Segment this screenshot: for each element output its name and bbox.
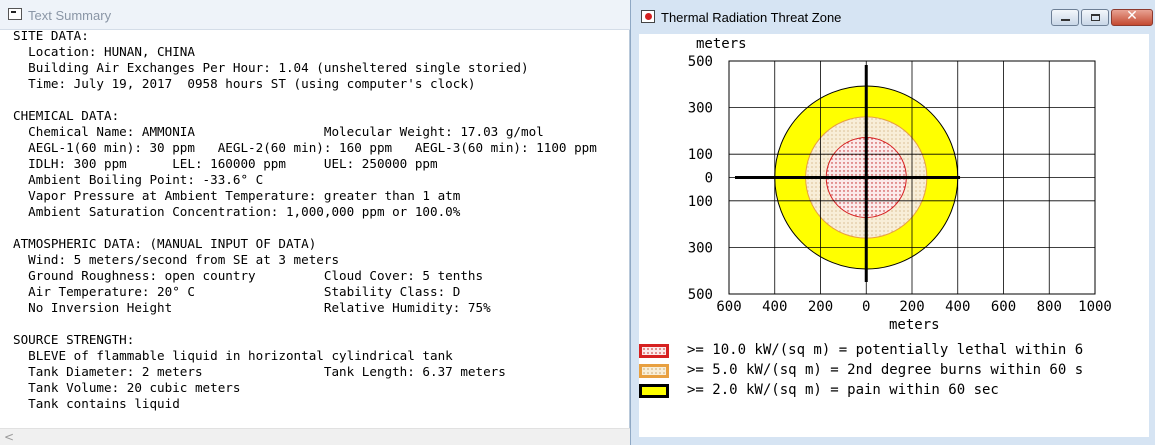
summary-line: Air Temperature: 20° C Stability Class: … <box>13 284 461 299</box>
summary-line: ATMOSPHERIC DATA: (MANUAL INPUT OF DATA) <box>13 236 317 251</box>
y-tick-label: 0 <box>705 171 713 187</box>
y-tick-label: 100 <box>688 194 713 210</box>
x-tick-label: 600 <box>716 299 741 315</box>
legend-text-pain: >= 2.0 kW/(sq m) = pain within 60 sec <box>687 382 999 398</box>
threat-zone-titlebar[interactable]: Thermal Radiation Threat Zone ✕ <box>631 0 1155 34</box>
y-tick-label: 300 <box>688 240 713 256</box>
legend-row-pain: >= 2.0 kW/(sq m) = pain within 60 sec <box>639 382 1149 402</box>
summary-line: IDLH: 300 ppm LEL: 160000 ppm UEL: 25000… <box>13 156 438 171</box>
x-tick-label: 200 <box>899 299 924 315</box>
y-tick-label: 300 <box>688 101 713 117</box>
legend-swatch-yellow <box>639 384 669 398</box>
legend-swatch-orange <box>639 364 669 378</box>
threat-zone-window: Thermal Radiation Threat Zone ✕ meters m… <box>630 0 1155 445</box>
x-tick-label: 1000 <box>1078 299 1112 315</box>
y-tick-label: 500 <box>688 287 713 303</box>
x-tick-label: 400 <box>762 299 787 315</box>
legend-swatch-red <box>639 344 669 358</box>
close-button[interactable]: ✕ <box>1111 8 1153 26</box>
x-tick-label: 0 <box>862 299 870 315</box>
text-summary-titlebar[interactable]: Text Summary <box>0 0 630 30</box>
y-tick-label: 500 <box>688 54 713 70</box>
legend-row-lethal: >= 10.0 kW/(sq m) = potentially lethal w… <box>639 342 1149 362</box>
summary-line <box>13 220 628 236</box>
window-app-icon <box>8 8 22 20</box>
legend-text-lethal: >= 10.0 kW/(sq m) = potentially lethal w… <box>687 342 1084 358</box>
summary-line: Vapor Pressure at Ambient Temperature: g… <box>13 188 461 203</box>
minimize-button[interactable] <box>1051 9 1079 26</box>
x-tick-label: 400 <box>945 299 970 315</box>
x-axis-unit-label: meters <box>889 317 940 333</box>
maximize-button[interactable] <box>1081 9 1109 26</box>
summary-line: BLEVE of flammable liquid in horizontal … <box>13 348 453 363</box>
summary-line: Ambient Boiling Point: -33.6° C <box>13 172 264 187</box>
text-summary-title: Text Summary <box>28 8 112 23</box>
scroll-left-icon[interactable]: < <box>4 430 14 444</box>
legend-text-burns: >= 5.0 kW/(sq m) = 2nd degree burns with… <box>687 362 1084 378</box>
close-icon: ✕ <box>1126 8 1138 24</box>
horizontal-scrollbar[interactable]: < <box>0 428 630 445</box>
summary-line: Ground Roughness: open country Cloud Cov… <box>13 268 484 283</box>
summary-line: Building Air Exchanges Per Hour: 1.04 (u… <box>13 60 529 75</box>
x-tick-label: 600 <box>991 299 1016 315</box>
summary-line <box>13 92 628 108</box>
text-summary-window: Text Summary SITE DATA: Location: HUNAN,… <box>0 0 630 445</box>
summary-line: Tank Diameter: 2 meters Tank Length: 6.3… <box>13 364 506 379</box>
summary-line: Time: July 19, 2017 0958 hours ST (using… <box>13 76 476 91</box>
maximize-icon <box>1091 14 1100 21</box>
summary-line: AEGL-1(60 min): 30 ppm AEGL-2(60 min): 1… <box>13 140 597 155</box>
summary-line: No Inversion Height Relative Humidity: 7… <box>13 300 491 315</box>
minimize-icon <box>1061 19 1070 21</box>
summary-line: Wind: 5 meters/second from SE at 3 meter… <box>13 252 340 267</box>
summary-line: Location: HUNAN, CHINA <box>13 44 195 59</box>
summary-line: SITE DATA: <box>13 28 89 43</box>
x-tick-label: 800 <box>1037 299 1062 315</box>
legend-row-burns: >= 5.0 kW/(sq m) = 2nd degree burns with… <box>639 362 1149 382</box>
summary-line: Tank Volume: 20 cubic meters <box>13 380 241 395</box>
summary-line: Chemical Name: AMMONIA Molecular Weight:… <box>13 124 544 139</box>
summary-line: SOURCE STRENGTH: <box>13 332 135 347</box>
y-axis-unit-label: meters <box>696 36 747 52</box>
summary-line: CHEMICAL DATA: <box>13 108 120 123</box>
threat-zone-title: Thermal Radiation Threat Zone <box>661 10 842 25</box>
y-tick-label: 100 <box>688 147 713 163</box>
x-tick-label: 200 <box>808 299 833 315</box>
summary-line: Tank contains liquid <box>13 396 180 411</box>
summary-line: Ambient Saturation Concentration: 1,000,… <box>13 204 461 219</box>
threat-zone-plot: metersmeters600 400 200 0 200 400 600 800 100050… <box>688 36 1112 333</box>
summary-line <box>13 316 628 332</box>
threat-zone-app-icon <box>641 10 655 23</box>
text-summary-content: SITE DATA: Location: HUNAN, CHINA Buildi… <box>13 28 628 418</box>
threat-zone-client-area: meters meters 600 400 200 0 200 400 600 800 1000 50… <box>639 34 1149 437</box>
